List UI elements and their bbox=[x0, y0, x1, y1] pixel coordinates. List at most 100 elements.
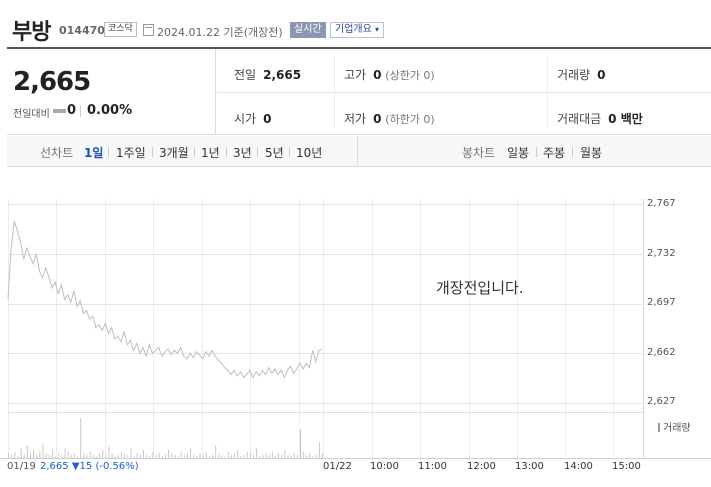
volume-bar bbox=[265, 453, 267, 458]
volume-bar bbox=[199, 453, 201, 458]
volume-bar bbox=[284, 450, 286, 458]
stat-label: 거래량 bbox=[557, 68, 591, 82]
stat-value: 2,665 bbox=[263, 68, 302, 82]
chart-tabs: 선차트 1일 1주일 3개월 1년 3년 5년 10년 봉차트 일봉 주봉 월봉 bbox=[7, 136, 711, 167]
volume-bar bbox=[86, 454, 88, 458]
volume-bar bbox=[55, 456, 57, 458]
volume-bar bbox=[180, 451, 182, 458]
volume-bar bbox=[268, 454, 270, 458]
volume-bar bbox=[45, 453, 47, 458]
current-price: 2,665 bbox=[13, 67, 91, 97]
volume-bar bbox=[227, 451, 229, 458]
volume-bar bbox=[146, 454, 148, 458]
divider bbox=[289, 147, 290, 157]
divider bbox=[572, 147, 573, 157]
prev-day-summary: 2,665 ▼15 (-0.56%) bbox=[40, 461, 139, 472]
volume-bar bbox=[70, 454, 72, 458]
volume-bar bbox=[58, 453, 60, 458]
volume-bar bbox=[243, 454, 245, 458]
volume-bar bbox=[11, 454, 13, 458]
volume-bar bbox=[315, 454, 317, 458]
volume-bar bbox=[67, 451, 69, 458]
volume-bar bbox=[121, 451, 122, 458]
volume-bar bbox=[108, 446, 110, 458]
volume-bar bbox=[190, 448, 192, 458]
tab-5y[interactable]: 5년 bbox=[265, 144, 284, 161]
volume-bar bbox=[240, 456, 242, 458]
tab-monthly[interactable]: 월봉 bbox=[580, 144, 602, 161]
volume-bar bbox=[127, 454, 129, 458]
market-closed-message: 개장전입니다. bbox=[436, 279, 524, 297]
volume-bar bbox=[33, 450, 35, 458]
candle-chart-label: 봉차트 bbox=[462, 146, 496, 160]
y-tick-label: 2,662 bbox=[647, 347, 676, 358]
tab-1w[interactable]: 1주일 bbox=[116, 144, 146, 161]
x-tick-label: 11:00 bbox=[418, 461, 447, 472]
volume-bar bbox=[48, 454, 50, 458]
tab-weekly[interactable]: 주봉 bbox=[543, 144, 565, 161]
volume-bar bbox=[249, 453, 251, 458]
divider bbox=[226, 147, 227, 157]
volume-bar bbox=[183, 454, 185, 458]
market-badge: 코스닥 bbox=[104, 22, 137, 37]
x-tick-label: 10:00 bbox=[370, 461, 399, 472]
volume-bar bbox=[155, 454, 157, 458]
volume-bar bbox=[296, 454, 298, 458]
stat-sub: (하한가 0) bbox=[385, 113, 435, 126]
volume-bar bbox=[114, 456, 116, 458]
volume-bar bbox=[161, 456, 163, 458]
tab-daily[interactable]: 일봉 bbox=[507, 144, 529, 161]
volume-bar bbox=[136, 453, 138, 458]
volume-bar bbox=[246, 451, 248, 458]
volume-bar bbox=[80, 418, 82, 458]
volume-bar bbox=[309, 453, 311, 458]
volume-bar bbox=[312, 456, 314, 458]
volume-bar bbox=[300, 429, 301, 458]
volume-bar bbox=[117, 454, 119, 458]
company-overview-button[interactable]: 기업개요 ▾ bbox=[330, 22, 385, 38]
x-tick-label: 01/22 bbox=[323, 461, 352, 472]
tab-1d[interactable]: 1일 bbox=[84, 144, 103, 161]
chevron-down-icon: ▾ bbox=[375, 25, 380, 34]
volume-bar bbox=[306, 454, 308, 458]
tab-3m[interactable]: 3개월 bbox=[159, 144, 189, 161]
divider bbox=[547, 55, 548, 129]
volume-bar bbox=[20, 448, 22, 458]
line-chart-label: 선차트 bbox=[40, 146, 74, 160]
divider bbox=[536, 147, 537, 157]
volume-bar bbox=[278, 453, 279, 458]
volume-bar bbox=[139, 454, 141, 458]
stat-value: 0 bbox=[263, 112, 272, 126]
stat-label: 전일 bbox=[234, 68, 257, 82]
volume-bar bbox=[39, 451, 41, 458]
volume-bar bbox=[149, 456, 151, 458]
tab-10y[interactable]: 10년 bbox=[296, 144, 322, 161]
stock-name: 부방 bbox=[12, 20, 51, 45]
stat-low: 저가 0 (하한가 0) bbox=[344, 110, 435, 127]
tab-1y[interactable]: 1년 bbox=[201, 144, 220, 161]
volume-bar bbox=[174, 454, 176, 458]
stock-code: 014470 bbox=[59, 24, 105, 37]
x-tick-label: 13:00 bbox=[515, 461, 544, 472]
volume-bar bbox=[256, 448, 258, 458]
volume-bar bbox=[17, 456, 19, 458]
volume-bar bbox=[36, 454, 38, 458]
current-price-box: 2,665 전일대비 0 0.00% bbox=[7, 49, 216, 135]
prev-day-change-percent: (-0.56%) bbox=[95, 461, 139, 472]
price-chart: 개장전입니다. 2,767 2,732 2,697 2,662 2,627 거래… bbox=[0, 176, 711, 487]
volume-bar bbox=[26, 445, 28, 458]
flat-change-icon bbox=[53, 109, 66, 113]
volume-bar bbox=[143, 450, 144, 458]
divider bbox=[334, 55, 335, 129]
volume-bar bbox=[99, 453, 101, 458]
change-value: 0 bbox=[67, 103, 77, 118]
tab-3y[interactable]: 3년 bbox=[233, 144, 252, 161]
volume-bar bbox=[252, 454, 254, 458]
change-label: 전일대비 bbox=[13, 109, 50, 120]
divider bbox=[257, 147, 258, 157]
stat-value: 0 bbox=[373, 68, 382, 82]
volume-bar bbox=[193, 454, 195, 458]
volume-bar bbox=[133, 456, 135, 458]
volume-bar bbox=[8, 453, 9, 458]
realtime-button[interactable]: 실시간 bbox=[290, 22, 326, 38]
